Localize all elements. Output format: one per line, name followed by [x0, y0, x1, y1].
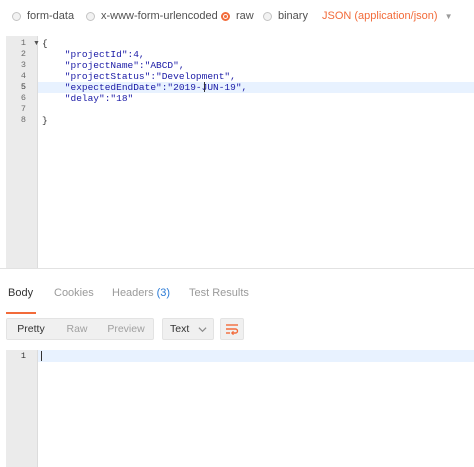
- code-line-text: "projectName":"ABCD",: [42, 60, 185, 71]
- line-number-gutter: 1: [6, 350, 38, 467]
- tab-test-results[interactable]: Test Results: [189, 287, 249, 299]
- wrap-lines-icon: [226, 324, 239, 335]
- code-line: }: [38, 115, 474, 126]
- response-body-editor[interactable]: 1: [6, 350, 474, 467]
- content-type-dropdown[interactable]: JSON (application/json) ▼: [322, 8, 452, 24]
- line-number: 8: [20, 115, 26, 125]
- response-view-toolbar: Pretty Raw Preview Text: [0, 318, 474, 344]
- line-number: 4: [20, 71, 26, 81]
- code-line: "delay":"18": [38, 93, 474, 104]
- view-raw-button[interactable]: Raw: [55, 319, 99, 339]
- code-line: {: [38, 38, 474, 49]
- tab-headers-label: Headers: [112, 287, 154, 299]
- view-pretty-button[interactable]: Pretty: [7, 319, 55, 339]
- radio-circle-icon: [12, 11, 21, 21]
- line-number-active: 5: [20, 82, 26, 92]
- tab-headers[interactable]: Headers (3): [112, 287, 170, 299]
- code-line-text: "projectId":4,: [42, 49, 145, 60]
- format-select-value: Text: [170, 323, 190, 335]
- line-number-active: 1: [20, 351, 26, 361]
- line-number: 1: [20, 38, 26, 48]
- body-type-selector: form-data x-www-form-urlencoded raw bina…: [0, 0, 474, 32]
- chevron-down-icon: ▼: [444, 11, 453, 21]
- code-line-text: "delay":"18": [42, 93, 134, 104]
- radio-x-www-form-urlencoded[interactable]: x-www-form-urlencoded: [86, 8, 218, 24]
- code-line-text: "projectStatus":"Development",: [42, 71, 236, 82]
- headers-count: (3): [156, 287, 171, 299]
- code-line-text: }: [42, 115, 48, 126]
- code-line-text: "expectedEndDate":"2019-JUN-19",: [42, 82, 248, 93]
- radio-label: form-data: [27, 10, 75, 22]
- format-select[interactable]: Text: [162, 318, 214, 340]
- text-cursor: [41, 351, 42, 361]
- tab-body[interactable]: Body: [8, 287, 33, 299]
- view-mode-toggle: Pretty Raw Preview: [6, 318, 154, 340]
- response-tabs: Body Cookies Headers (3) Test Results: [0, 287, 474, 307]
- radio-raw[interactable]: raw: [221, 8, 254, 24]
- active-tab-underline: [6, 312, 36, 314]
- tab-cookies[interactable]: Cookies: [54, 287, 94, 299]
- radio-binary[interactable]: binary: [263, 8, 308, 24]
- text-cursor: [204, 82, 205, 92]
- radio-label: raw: [236, 10, 254, 22]
- wrap-lines-button[interactable]: [220, 318, 244, 340]
- code-line: "projectId":4,: [38, 49, 474, 60]
- radio-selected-icon: [221, 11, 230, 21]
- line-number: 3: [20, 60, 26, 70]
- pane-divider[interactable]: [0, 268, 474, 269]
- line-number: 2: [20, 49, 26, 59]
- radio-circle-icon: [263, 11, 272, 21]
- radio-label: binary: [278, 10, 308, 22]
- chevron-down-icon: [198, 326, 207, 332]
- code-line: "projectStatus":"Development",: [38, 71, 474, 82]
- radio-label: x-www-form-urlencoded: [101, 10, 218, 22]
- radio-form-data[interactable]: form-data: [12, 8, 74, 24]
- line-number: 6: [20, 93, 26, 103]
- code-line-text: {: [42, 38, 48, 49]
- code-line-active: "expectedEndDate":"2019-JUN-19",: [38, 82, 474, 93]
- code-line: "projectName":"ABCD",: [38, 60, 474, 71]
- content-type-label: JSON (application/json): [322, 10, 438, 22]
- line-number: 7: [20, 104, 26, 114]
- view-preview-button[interactable]: Preview: [99, 319, 153, 339]
- request-body-editor[interactable]: 1 ▼ 2 3 4 5 6 7 8 { "projectId":4, "proj…: [6, 36, 474, 268]
- line-number-gutter: 1 ▼ 2 3 4 5 6 7 8: [6, 36, 40, 268]
- code-line-active: [38, 350, 474, 362]
- radio-circle-icon: [86, 11, 95, 21]
- code-area[interactable]: { "projectId":4, "projectName":"ABCD", "…: [38, 36, 474, 268]
